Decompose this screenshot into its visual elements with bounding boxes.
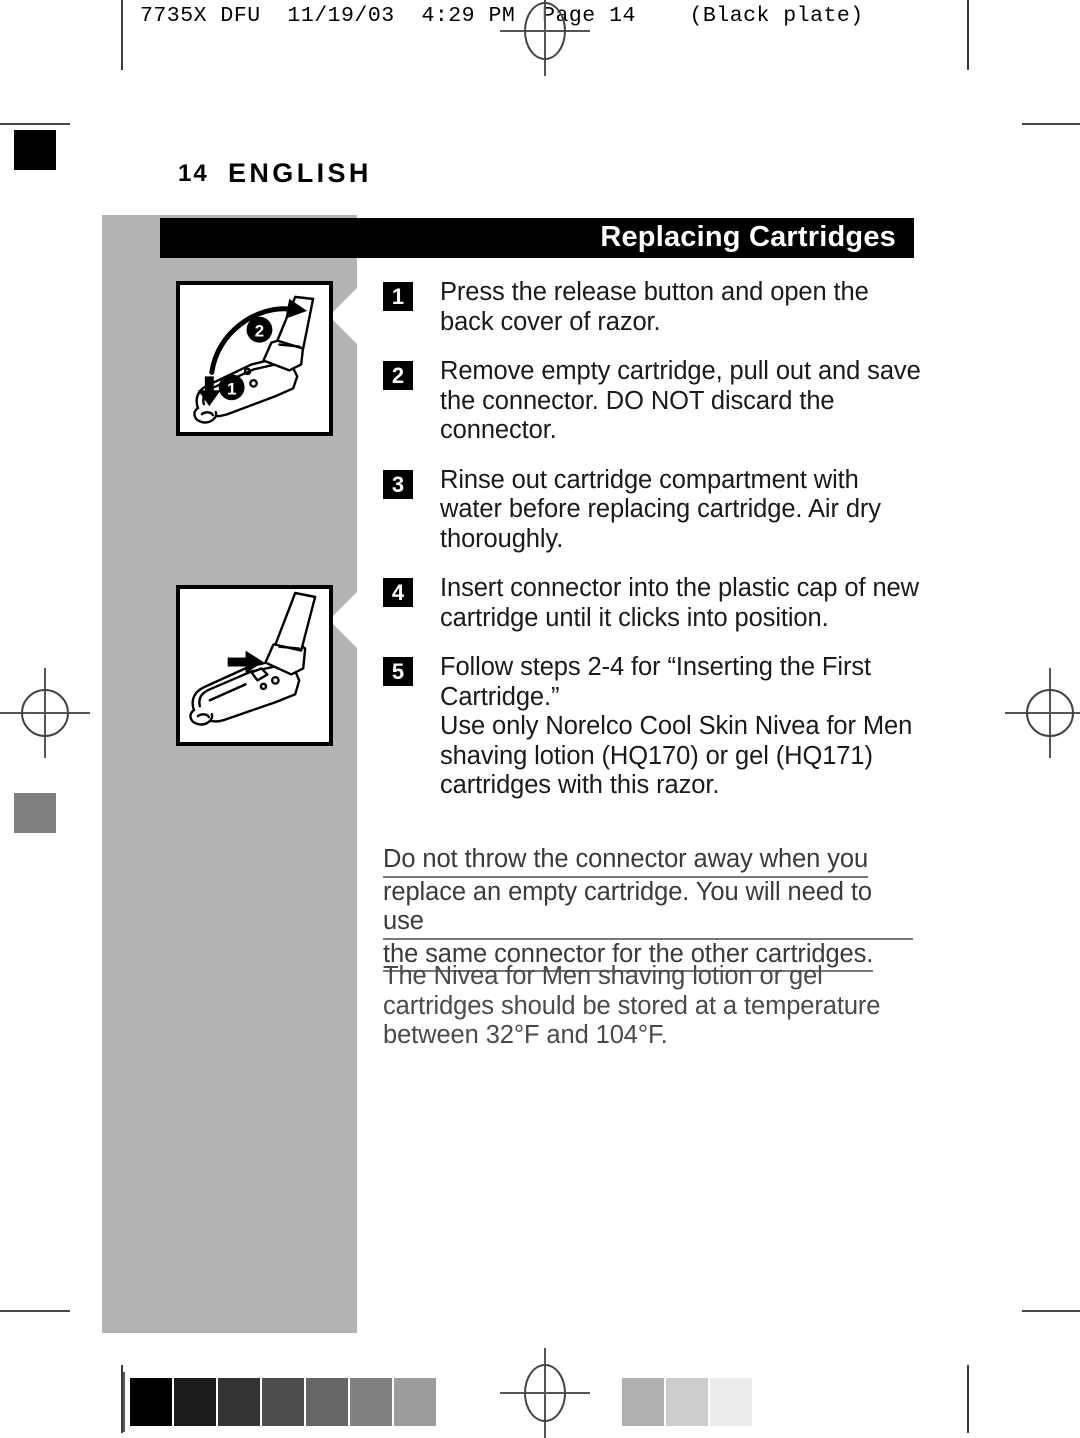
crop-mark-top-right-vertical: [967, 0, 969, 70]
svg-text:2: 2: [255, 322, 264, 341]
page-number: 14: [178, 160, 209, 187]
illustration-razor-cartridge-compartment: [176, 585, 333, 746]
caution-note-line: Do not throw the connector away when you: [383, 845, 868, 878]
illustration-razor-open-back-cover: 1 2: [176, 281, 333, 436]
registration-ring-icon: [21, 689, 69, 737]
density-strip-patch: [306, 1378, 348, 1426]
density-strip-patch: [394, 1378, 436, 1426]
crop-mark-top-left-horizontal: [0, 123, 70, 125]
svg-text:1: 1: [227, 379, 236, 398]
density-strip-patch: [174, 1378, 216, 1426]
registration-mark-right: [1005, 668, 1080, 758]
step-number-badge: 1: [383, 282, 413, 311]
crop-mark-bottom-left-horizontal: [0, 1310, 70, 1312]
registration-ring-icon: [524, 1364, 566, 1422]
section-title-text: Replacing Cartridges: [600, 221, 896, 253]
language-heading: ENGLISH: [228, 158, 372, 188]
registration-ring-icon: [524, 2, 566, 60]
density-patch-black: [14, 130, 56, 170]
caution-note-line: replace an empty cartridge. You will nee…: [383, 878, 913, 940]
section-title-bar: Replacing Cartridges: [160, 218, 914, 258]
density-strip-patch: [130, 1378, 172, 1426]
step-text-group: Follow steps 2-4 for “Inserting the Firs…: [440, 653, 923, 801]
crop-mark-top-left-vertical: [121, 0, 123, 70]
step-text: Rinse out cartridge compartment with wat…: [440, 465, 881, 553]
illustration-background-panel-spur: [102, 215, 160, 1333]
crop-mark-bottom-right-horizontal: [1022, 1310, 1080, 1312]
step-text: Press the release button and open the ba…: [440, 278, 869, 336]
step-item: 3 Rinse out cartridge compartment with w…: [383, 466, 923, 555]
step-item: 1 Press the release button and open the …: [383, 278, 923, 337]
storage-note: The Nivea for Men shaving lotion or gel …: [383, 962, 913, 1051]
registration-ring-icon: [1026, 689, 1074, 737]
step-number-badge: 4: [383, 578, 413, 607]
step-item: 5 Follow steps 2-4 for “Inserting the Fi…: [383, 653, 923, 801]
density-strip-patch: [622, 1378, 664, 1426]
step-number-badge: 3: [383, 469, 413, 499]
step-text: Remove empty cartridge, pull out and sav…: [440, 357, 921, 444]
step-extra-text: Use only Norelco Cool Skin Nivea for Men…: [440, 712, 913, 799]
crop-mark-bottom-right-vertical: [967, 1365, 969, 1433]
step-text: Insert connector into the plastic cap of…: [440, 574, 919, 632]
step-item: 2 Remove empty cartridge, pull out and s…: [383, 357, 923, 446]
density-strip-patch: [666, 1378, 708, 1426]
panel-notch-arrow-one: [329, 288, 357, 344]
storage-note-line: The Nivea for Men shaving lotion or gel: [383, 962, 823, 990]
registration-mark-bottom: [500, 1348, 590, 1438]
registration-mark-left: [0, 668, 90, 758]
density-strip-rule: [123, 1372, 125, 1432]
density-strip-patch: [710, 1378, 752, 1426]
crop-mark-top-right-horizontal: [1022, 123, 1080, 125]
density-strip-patch: [262, 1378, 304, 1426]
step-item: 4 Insert connector into the plastic cap …: [383, 574, 923, 633]
density-patch-gray: [14, 793, 56, 833]
step-text: Follow steps 2-4 for “Inserting the Firs…: [440, 653, 871, 711]
density-strip-patch: [350, 1378, 392, 1426]
step-number-badge: 5: [383, 657, 413, 686]
storage-note-line: cartridges should be stored at a tempera…: [383, 991, 881, 1020]
registration-mark-top: [500, 0, 590, 76]
instruction-steps-list: 1 Press the release button and open the …: [383, 278, 923, 821]
step-number-badge: 2: [383, 361, 413, 390]
caution-note-underlined: Do not throw the connector away when you…: [383, 845, 913, 972]
storage-note-line: between 32°F and 104°F.: [383, 1021, 668, 1049]
density-strip-patch: [218, 1378, 260, 1426]
panel-notch-arrow-two: [329, 592, 357, 648]
